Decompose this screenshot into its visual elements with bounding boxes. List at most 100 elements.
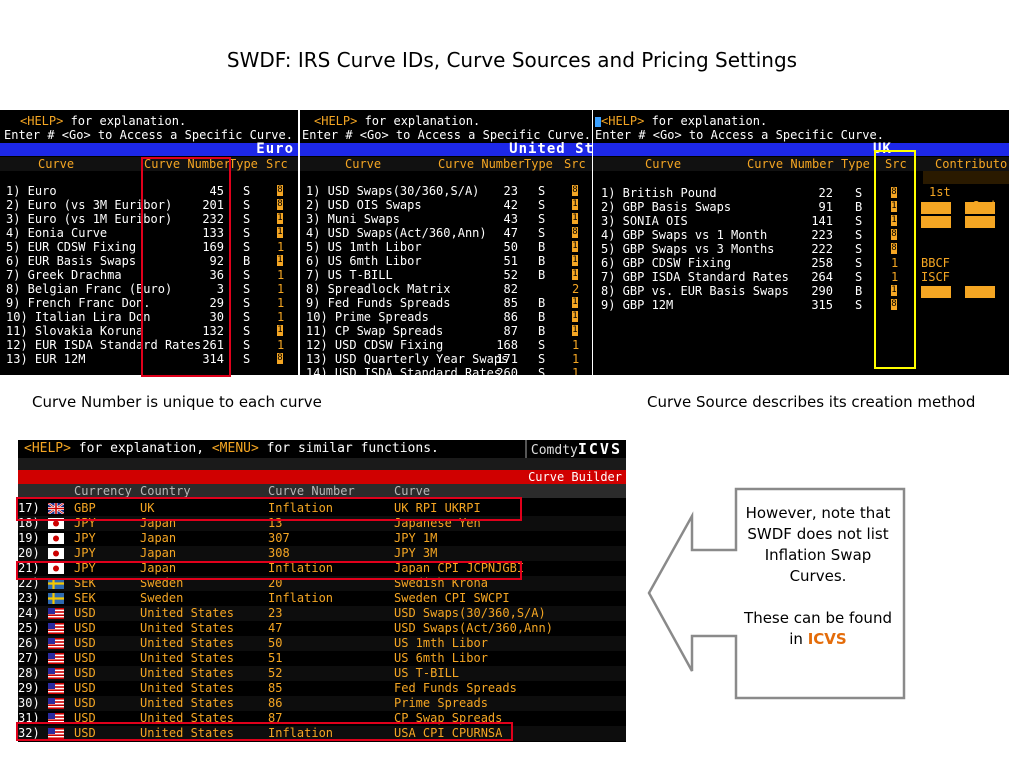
currency: USD [74, 666, 96, 680]
curve-row[interactable]: 4) GBP Swaps vs 1 Month 223 S 8 [593, 228, 1009, 242]
curve-label: 3) SONIA OIS [601, 214, 688, 228]
curve-row[interactable]: 6) US 6mth Libor 51 B 1 [300, 254, 592, 268]
help-text-end: for similar functions. [258, 441, 439, 456]
contributor-first-box[interactable] [921, 286, 951, 298]
curve-row[interactable]: 2) USD OIS Swaps 42 S 1 [300, 198, 592, 212]
icvs-column-header: Currency Country Curve Number Curve [18, 484, 626, 498]
curve-source: 1 [277, 296, 285, 310]
icvs-row[interactable]: 30) USD United States 86 Prime Spreads [18, 696, 626, 711]
curve-number: 290 [811, 284, 833, 298]
curve-label: 13) USD Quarterly Year Swaps [306, 352, 509, 366]
curve-row[interactable]: 9) GBP 12M 315 S 8 [593, 298, 1009, 312]
contributor-first-box[interactable] [921, 216, 951, 228]
icvs-row[interactable]: 19) JPY Japan 307 JPY 1M [18, 531, 626, 546]
curve-row[interactable]: 8) Spreadlock Matrix 82 2 [300, 282, 592, 296]
curve-source: 1 [277, 255, 283, 266]
curve-source: 1 [572, 241, 578, 252]
curve-type: S [243, 296, 251, 310]
us-flag-icon [48, 666, 64, 681]
country: United States [140, 666, 234, 680]
us-flag-icon [48, 681, 64, 696]
curve-row[interactable]: 10) Prime Spreads 86 B 1 [300, 310, 592, 324]
curve-type: S [855, 242, 863, 256]
menu-tag[interactable]: <MENU> [212, 441, 259, 456]
icvs-row[interactable]: 28) USD United States 52 US T-BILL [18, 666, 626, 681]
curve-builder-label[interactable]: Curve Builder [528, 470, 622, 484]
curve-row[interactable]: 3) SONIA OIS 141 S 1 [593, 214, 1009, 228]
contributor-first-box[interactable] [921, 202, 951, 214]
curve-type: B [538, 268, 546, 282]
security-label: ComdtyICVS [524, 440, 626, 458]
currency: JPY [74, 531, 96, 545]
curve-type: S [243, 352, 251, 366]
curve-type: S [538, 352, 546, 366]
help-text: for explanation. [63, 114, 187, 128]
icvs-row[interactable]: 20) JPY Japan 308 JPY 3M [18, 546, 626, 561]
help-tag[interactable]: <HELP> [314, 114, 357, 128]
curve-row[interactable]: 6) GBP CDSW Fixing 258 S 1 BBCF [593, 256, 1009, 270]
curve-row[interactable]: 14) USD ISDA Standard Rates 260 S 1 [300, 366, 592, 375]
icvs-row[interactable]: 27) USD United States 51 US 6mth Libor [18, 651, 626, 666]
curve-row[interactable]: 12) USD CDSW Fixing 168 S 1 [300, 338, 592, 352]
curve-row[interactable]: 3) Muni Swaps 43 S 1 [300, 212, 592, 226]
curve-label: 7) GBP ISDA Standard Rates [601, 270, 789, 284]
country: United States [140, 651, 234, 665]
row-index: 24) [18, 606, 40, 620]
curve-type: B [538, 296, 546, 310]
curve-row[interactable]: 5) GBP Swaps vs 3 Months 222 S 8 [593, 242, 1009, 256]
us-flag-icon [48, 636, 64, 651]
contributor-second-box[interactable] [965, 202, 995, 214]
curve-label: 6) EUR Basis Swaps [6, 254, 137, 268]
curve-type: S [243, 324, 251, 338]
curve-row[interactable]: 1) British Pound 22 S 8 [593, 186, 1009, 200]
header-curve: Curve [394, 484, 431, 498]
curve-row[interactable]: 5) US 1mth Libor 50 B 1 [300, 240, 592, 254]
curve-type: B [538, 310, 546, 324]
contributor-second-box[interactable] [965, 216, 995, 228]
currency: USD [74, 651, 96, 665]
help-line: <HELP> for explanation. [595, 114, 767, 128]
curve-row[interactable]: 4) USD Swaps(Act/360,Ann) 47 S 8 [300, 226, 592, 240]
curve-label: 8) Spreadlock Matrix [306, 282, 451, 296]
curve-row[interactable]: 7) GBP ISDA Standard Rates 264 S 1 ISCF [593, 270, 1009, 284]
help-tag[interactable]: <HELP> [24, 441, 71, 456]
enter-line: Enter # <Go> to Access a Specific Curve. [595, 128, 884, 142]
callout-line-1: However, note that SWDF does not list In… [745, 504, 891, 585]
curve-number: 85 [268, 681, 283, 695]
curve-type: S [855, 256, 863, 270]
curve-row[interactable]: 7) US T-BILL 52 B 1 [300, 268, 592, 282]
curve-row[interactable]: 13) USD Quarterly Year Swaps 171 S 1 [300, 352, 592, 366]
icvs-row[interactable]: 29) USD United States 85 Fed Funds Spreads [18, 681, 626, 696]
curve-row[interactable]: 9) Fed Funds Spreads 85 B 1 [300, 296, 592, 310]
currency: USD [74, 681, 96, 695]
curve-type: S [538, 226, 546, 240]
header-curve: Curve [645, 157, 682, 171]
contributor-second-box[interactable] [965, 286, 995, 298]
curve-row[interactable]: 2) GBP Basis Swaps 91 B 1 [593, 200, 1009, 214]
icvs-row[interactable]: 23) SEK Sweden Inflation Sweden CPI SWCPI [18, 591, 626, 606]
curve-label: 13) EUR 12M [6, 352, 86, 366]
curve-source: 8 [277, 185, 283, 196]
curve-row[interactable]: 1) USD Swaps(30/360,S/A) 23 S 8 [300, 184, 592, 198]
curve-number: 222 [811, 242, 833, 256]
icvs-row[interactable]: 26) USD United States 50 US 1mth Libor [18, 636, 626, 651]
curve-number: 52 [503, 268, 518, 282]
curve-source: 1 [277, 325, 283, 336]
help-line: <HELP> for explanation, <MENU> for simil… [24, 441, 439, 456]
header-curve-number: Curve Number [438, 157, 525, 171]
curve-source: 1 [277, 213, 283, 224]
curve-number: 23 [503, 184, 518, 198]
curve-row[interactable]: 11) CP Swap Spreads 87 B 1 [300, 324, 592, 338]
header-curve-number: Curve Number [747, 157, 834, 171]
help-tag[interactable]: <HELP> [601, 114, 644, 128]
inflation-highlight-usa [16, 722, 513, 741]
icvs-row[interactable]: 24) USD United States 23 USD Swaps(30/360,S/… [18, 606, 626, 621]
header-src: Src [266, 157, 288, 171]
us-flag-icon [48, 606, 64, 621]
icvs-row[interactable]: 25) USD United States 47 USD Swaps(Act/360,A… [18, 621, 626, 636]
curve-name: JPY 3M [394, 546, 438, 560]
curve-row[interactable]: 8) GBP vs. EUR Basis Swaps 290 B 1 [593, 284, 1009, 298]
enter-line: Enter # <Go> to Access a Specific Curve. [4, 128, 293, 142]
help-tag[interactable]: <HELP> [20, 114, 63, 128]
function-code[interactable]: ICVS [578, 440, 622, 458]
